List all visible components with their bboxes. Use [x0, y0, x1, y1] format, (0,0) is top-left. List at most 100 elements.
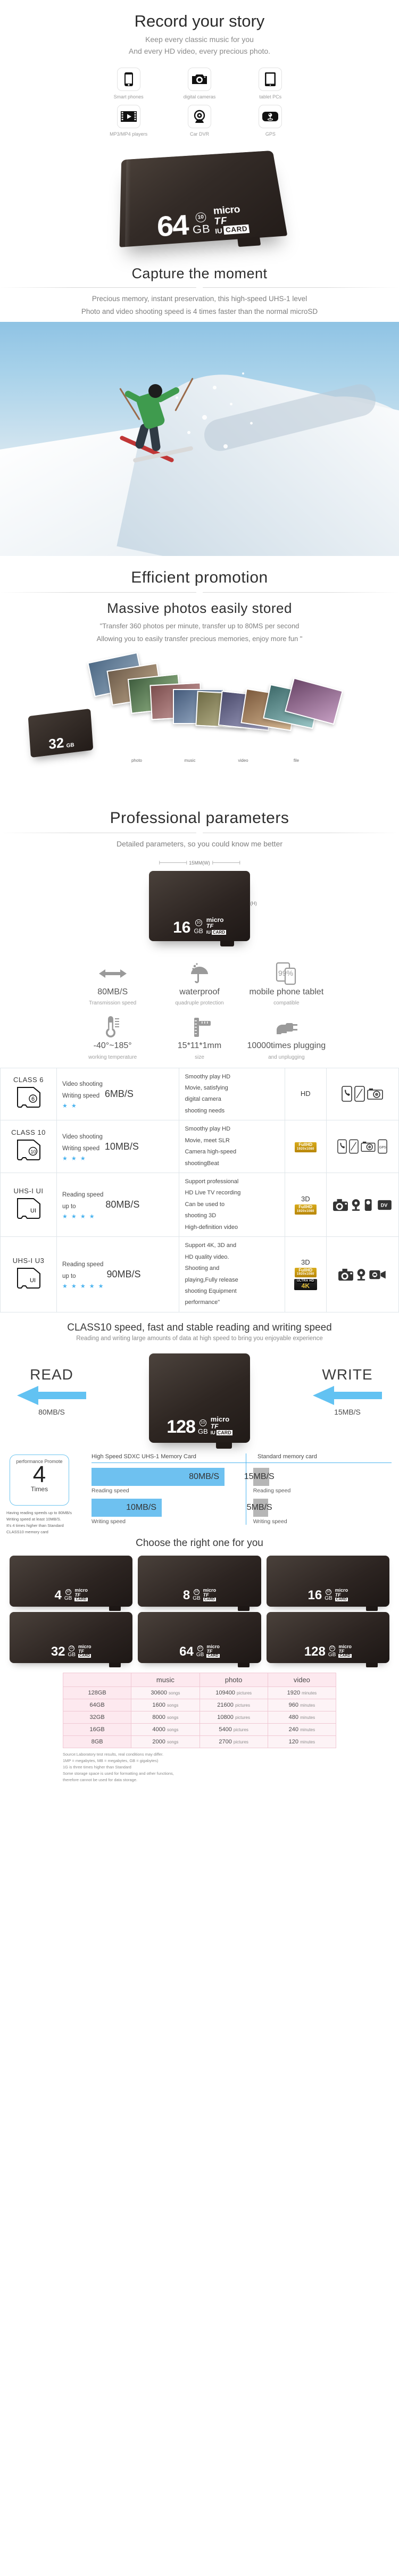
capacity-card-128gb[interactable]: 128 10 GB micro TF CARD — [267, 1612, 389, 1663]
speed-value: 80MB/S — [105, 1199, 139, 1210]
performance-multiplier: 4 — [10, 1464, 69, 1485]
microsd-outline-icon: UI — [15, 1197, 42, 1220]
desc-line: Smoothy play HD — [185, 1124, 282, 1135]
cell-capacity: 128GB — [63, 1686, 131, 1699]
column-header-standard: Standard memory card — [246, 1453, 317, 1460]
capacity-card-32gb[interactable]: 32 10 GB micro TF CARD — [10, 1612, 132, 1663]
card-capacity: 16 — [307, 1590, 322, 1601]
speed-value: 6MB/S — [105, 1088, 134, 1100]
desc-line: Support 4K, 3D and — [185, 1240, 282, 1251]
desc-line: Smoothy play HD — [185, 1071, 282, 1083]
massive-line-1: "Transfer 360 photos per minute, transfe… — [0, 620, 399, 633]
capacity-card-4gb[interactable]: 4 10 GB micro TF CARD — [10, 1556, 132, 1607]
page-title: Record your story — [0, 12, 399, 31]
microsd-outline-icon: UI — [15, 1267, 42, 1290]
speed-value: 90MB/S — [107, 1269, 141, 1280]
performance-times-label: Times — [10, 1485, 69, 1493]
device-label: tablet PCs — [235, 94, 306, 99]
footnote-line: 1G is three times higher than Standard — [63, 1764, 336, 1771]
bar-value: 10MB/S — [126, 1503, 156, 1513]
card-gb-label: GB — [68, 1652, 76, 1658]
phone-tablet-icon: 99% — [243, 961, 330, 986]
capacity-card-64gb[interactable]: 64 10 GB micro TF CARD — [138, 1612, 261, 1663]
device-item-smart-phones: Smart phones — [93, 68, 164, 99]
card-gb-label: GB — [325, 1596, 332, 1601]
device-item-digital-cameras: digital cameras — [164, 68, 235, 99]
speed-cell: Reading speed up to ★ ★ ★ ★ 80MB/S — [57, 1173, 179, 1237]
skier-figure — [114, 372, 194, 468]
svg-text:10: 10 — [30, 1149, 36, 1154]
fan-label-photo: photo — [116, 758, 157, 763]
note-line: Writing speed at least 10MB/S. — [6, 1516, 94, 1523]
rw-card-capacity: 128 — [167, 1419, 195, 1435]
fan-label-video: video — [222, 758, 264, 763]
capacity-table-footnote: Source:Laboratory test results, real con… — [0, 1748, 399, 1793]
feature-transmission-speed: 80MB/S Transmission speed — [69, 961, 156, 1006]
read-speed-value: 80MB/S — [12, 1408, 92, 1416]
cell-photo: 2700 pictures — [200, 1735, 268, 1748]
class-10-icon: 10 — [195, 919, 202, 926]
thermometer-icon — [69, 1015, 156, 1040]
card-tf-label: TF — [203, 1593, 209, 1598]
quality-label: 3D — [287, 1258, 324, 1266]
prof-card-gb-label: GB — [194, 927, 203, 935]
smartphone-icon — [349, 1139, 359, 1154]
bar-value: 15MB/S — [244, 1472, 275, 1482]
desc-line: shooting Equipment — [185, 1286, 282, 1297]
quality-label: 3D — [287, 1195, 324, 1203]
devices-cell: GPS — [326, 1120, 398, 1173]
card-notch — [237, 237, 261, 247]
dashcam-icon — [188, 105, 211, 128]
desc-line: performance" — [185, 1297, 282, 1308]
product-detail-page: Record your story Keep every classic mus… — [0, 0, 399, 1793]
speed-label-2: up to — [62, 1201, 103, 1213]
star-rating: ★ ★ ★ — [62, 1155, 103, 1162]
capacity-card-16gb[interactable]: 16 10 GB micro TF CARD — [267, 1556, 389, 1607]
dimension-width-label: 15MM(W) — [189, 860, 210, 866]
device-item-mp3-mp4-players: MP3/MP4 players — [93, 105, 164, 137]
card-tf-label: TF — [211, 1423, 219, 1430]
ruler-icon — [156, 1015, 243, 1040]
note-line: Having reading speeds up to 80MB/s — [6, 1510, 94, 1516]
plug-icon — [243, 1015, 330, 1040]
reading-speed-bars: 80MB/S Reading speed 15MB/S Reading spee… — [92, 1463, 392, 1494]
professional-subtitle: Detailed parameters, so you could know m… — [0, 838, 399, 851]
feature-working-temperature: -40°~185° working temperature — [69, 1015, 156, 1060]
description-cell: Smoothy play HD Movie, satisfying digita… — [179, 1068, 285, 1120]
speed-label-2: Writing speed — [62, 1091, 103, 1102]
card-capacity: 128 — [304, 1646, 326, 1658]
webcam-icon — [356, 1268, 367, 1282]
cell-photo: 10800 pictures — [200, 1711, 268, 1723]
performance-comparison: performance Promote 4 Times Having readi… — [0, 1450, 399, 1530]
cell-music: 4000 songs — [131, 1723, 200, 1735]
dslr-icon — [338, 1268, 354, 1282]
bar-caption: Reading speed — [92, 1488, 242, 1494]
device-label: MP3/MP4 players — [93, 131, 164, 137]
card-word-label: CARD — [78, 1654, 91, 1658]
capacity-card-8gb[interactable]: 8 10 GB micro TF CARD — [138, 1556, 261, 1607]
readwrite-header: CLASS10 speed, fast and stable reading a… — [0, 1312, 399, 1344]
feature-size: 15*11*1mm size — [156, 1015, 243, 1060]
card-micro-label: micro — [213, 205, 240, 217]
table-row: UHS-I U3 UI Reading speed up to ★ ★ ★ ★ … — [1, 1237, 399, 1312]
device-item-tablet-pcs: tablet PCs — [235, 68, 306, 99]
hero-line-1: Keep every classic music for you — [145, 35, 254, 44]
desc-line: shooting needs — [185, 1106, 282, 1117]
card-capacity: 4 — [55, 1590, 62, 1601]
desc-line: Support professional — [185, 1176, 282, 1187]
speed-label-2: Writing speed — [62, 1143, 103, 1155]
device-item-car-dvr: Car DVR — [164, 105, 235, 137]
read-side: READ 80MB/S — [12, 1366, 92, 1416]
microsd-card-128gb: 128 10 GB micro TF IU CARD — [149, 1353, 250, 1443]
fullhd-badge: FullHD 1920x1080 — [295, 1204, 317, 1214]
table-row: CLASS 6 6 Video shooting Writing speed ★… — [1, 1068, 399, 1120]
column-header-video: video — [268, 1673, 336, 1686]
efficient-title: Efficient promotion — [0, 568, 399, 588]
cell-music: 8000 songs — [131, 1711, 200, 1723]
write-label: WRITE — [307, 1366, 387, 1383]
svg-text:UI: UI — [30, 1208, 36, 1214]
class-10-icon: 10 — [65, 1589, 71, 1595]
card-gb-label: GB — [328, 1652, 336, 1658]
class-cell: CLASS 10 10 — [1, 1120, 57, 1173]
card-tf-label: TF — [206, 924, 213, 929]
